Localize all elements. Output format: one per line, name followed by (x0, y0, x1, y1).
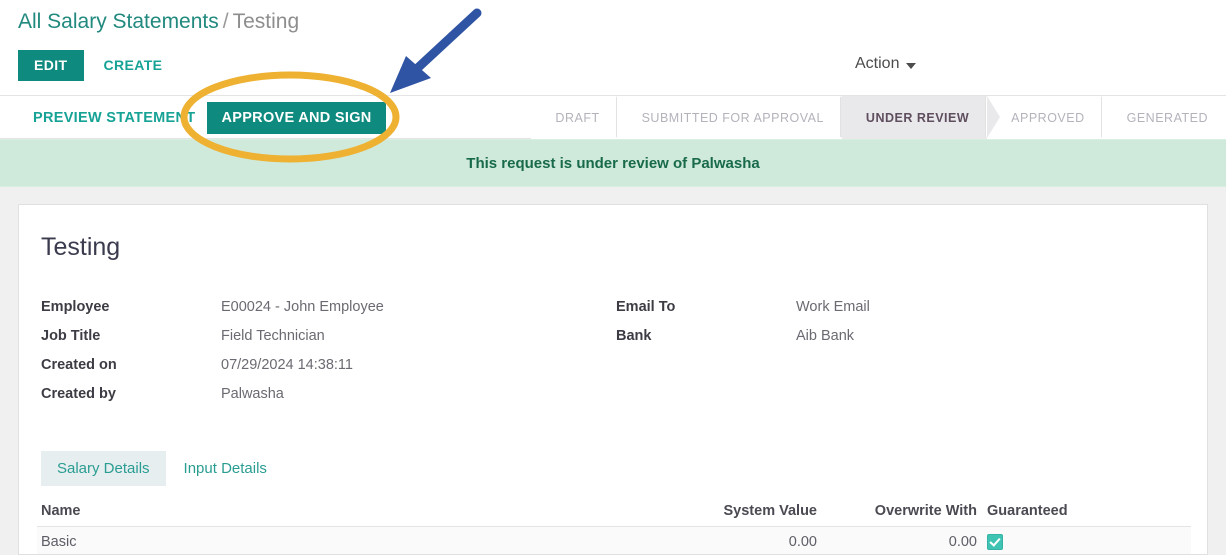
column-header-guaranteed[interactable]: Guaranteed (977, 503, 1097, 519)
field-column-right: Email To Work Email Bank Aib Bank (616, 299, 870, 415)
cell-guaranteed (977, 534, 1097, 551)
field-label: Employee (41, 299, 110, 315)
cell-name: Basic (41, 534, 77, 550)
field-value: Aib Bank (796, 328, 855, 344)
status-stage-label: APPROVED (1011, 110, 1085, 125)
tab-salary-details[interactable]: Salary Details (41, 451, 166, 486)
table-body: Basic 0.00 0.00 (37, 527, 1191, 554)
record-action-buttons: EDIT CREATE (18, 50, 176, 81)
create-button[interactable]: CREATE (90, 50, 177, 81)
column-header-overwrite-with[interactable]: Overwrite With (817, 503, 977, 519)
status-stage-approved[interactable]: APPROVED (985, 96, 1103, 139)
tab-input-details[interactable]: Input Details (168, 451, 283, 486)
salary-details-table: Name System Value Overwrite With Guaranteed… (37, 495, 1191, 554)
breadcrumb-parent-link[interactable]: All Salary Statements (18, 10, 219, 33)
control-panel-buttons: PREVIEW STATEMENT APPROVE AND SIGN (25, 96, 386, 139)
chevron-down-icon (906, 62, 917, 69)
status-stage-submitted-for-approval[interactable]: SUBMITTED FOR APPROVAL (615, 96, 842, 139)
cell-system-value: 0.00 (788, 534, 817, 550)
field-row-created-on: Created on 07/29/2024 14:38:11 (41, 357, 616, 386)
field-value: Field Technician (221, 328, 325, 344)
field-row-email-to: Email To Work Email (616, 299, 870, 328)
field-value: Work Email (796, 299, 870, 315)
field-value: Palwasha (221, 386, 284, 402)
preview-statement-button[interactable]: PREVIEW STATEMENT (25, 104, 203, 132)
table-header-row: Name System Value Overwrite With Guaranteed (37, 495, 1191, 527)
action-dropdown-label: Action (855, 55, 900, 72)
chevron-right-icon (842, 96, 855, 138)
status-stage-label: SUBMITTED FOR APPROVAL (641, 110, 824, 125)
field-label: Bank (616, 328, 652, 344)
table-row[interactable]: Basic 0.00 0.00 (37, 527, 1191, 554)
status-stage-label: DRAFT (555, 110, 600, 125)
chevron-right-icon (618, 96, 631, 138)
record-sheet: Testing Employee E00024 - John Employee Jo… (18, 204, 1208, 555)
column-header-system-value[interactable]: System Value (587, 503, 818, 519)
breadcrumb-current: Testing (232, 10, 300, 33)
field-label: Job Title (41, 328, 101, 344)
field-value: E00024 - John Employee (221, 299, 384, 315)
field-column-left: Employee E00024 - John Employee Job Title F… (41, 299, 616, 415)
action-dropdown[interactable]: Action (855, 55, 917, 73)
status-stage-generated[interactable]: GENERATED (1100, 96, 1226, 139)
field-value: 07/29/2024 14:38:11 (221, 357, 353, 373)
edit-button[interactable]: EDIT (18, 50, 84, 81)
salary-statement-page: All Salary Statements / Testing EDIT CREAT… (0, 0, 1226, 555)
guaranteed-checkbox-checked[interactable] (987, 534, 1003, 551)
column-header-name[interactable]: Name (37, 503, 587, 519)
status-stage-draft[interactable]: DRAFT (531, 96, 618, 139)
status-alert-text: This request is under review of Palwasha (466, 154, 760, 172)
field-label: Created on (41, 357, 117, 373)
page-title: Testing (41, 233, 121, 261)
status-stage-under-review[interactable]: UNDER REVIEW (839, 96, 1001, 139)
notebook-tabs: Salary Details Input Details (41, 451, 283, 486)
chevron-right-icon (1103, 96, 1116, 138)
field-row-job-title: Job Title Field Technician (41, 328, 616, 357)
approve-and-sign-button[interactable]: APPROVE AND SIGN (207, 101, 386, 134)
status-bar: DRAFT SUBMITTED FOR APPROVAL UNDER REVIEW A… (531, 96, 1226, 139)
status-stage-label: UNDER REVIEW (865, 110, 970, 125)
breadcrumb-separator: / (222, 10, 229, 33)
chevron-right-icon (987, 96, 1001, 138)
field-label: Created by (41, 386, 116, 402)
field-label: Email To (616, 299, 676, 315)
arrow-annotation (390, 8, 482, 93)
field-grid: Employee E00024 - John Employee Job Title F… (41, 299, 1181, 415)
status-stage-label: GENERATED (1126, 110, 1208, 125)
field-row-created-by: Created by Palwasha (41, 386, 616, 415)
cell-overwrite-with: 0.00 (948, 534, 977, 550)
control-panel: PREVIEW STATEMENT APPROVE AND SIGN DRAFT… (0, 95, 1226, 139)
field-row-employee: Employee E00024 - John Employee (41, 299, 616, 328)
field-row-bank: Bank Aib Bank (616, 328, 870, 357)
breadcrumb: All Salary Statements / Testing (18, 8, 299, 36)
status-alert-banner: This request is under review of Palwasha (0, 139, 1226, 187)
